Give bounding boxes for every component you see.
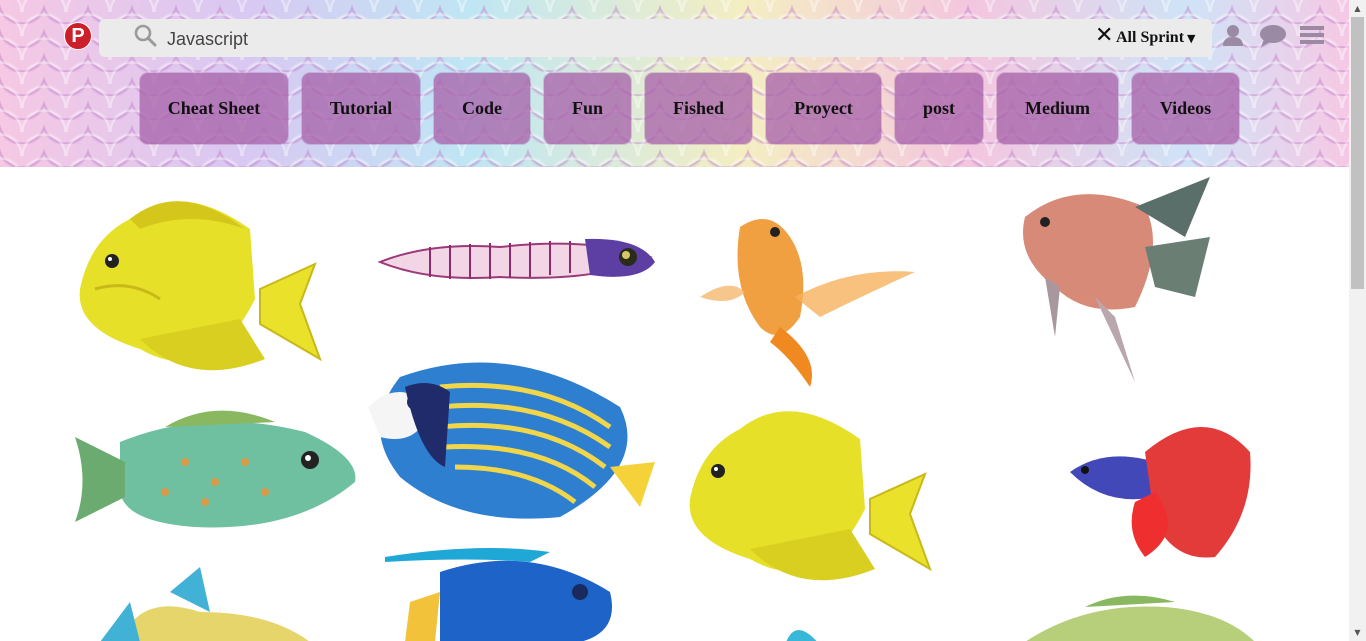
pin-queen-angelfish[interactable] — [380, 542, 630, 641]
pin-green-fish[interactable] — [1025, 592, 1255, 641]
pinterest-logo-icon[interactable]: P — [64, 22, 92, 50]
user-icon[interactable] — [1222, 24, 1244, 46]
chevron-down-icon: ▼ — [1187, 31, 1196, 45]
search-input[interactable] — [167, 26, 867, 52]
pin-angelfish[interactable] — [1015, 177, 1215, 387]
close-icon[interactable]: ✕ — [1095, 25, 1113, 47]
scroll-thumb[interactable] — [1351, 17, 1364, 289]
menu-icon[interactable] — [1300, 24, 1324, 46]
tab-videos[interactable]: Videos — [1132, 73, 1239, 144]
category-tabs: Cheat Sheet Tutorial Code Fun Fished Pro… — [0, 73, 1349, 144]
board-select-label: All Sprint — [1116, 29, 1185, 46]
board-select-dropdown[interactable]: All Sprint ▼ — [1116, 29, 1195, 47]
scroll-up-arrow-icon[interactable]: ▲ — [1349, 0, 1366, 17]
pin-yellow-tang-fish[interactable] — [70, 189, 330, 389]
tab-post[interactable]: post — [895, 73, 983, 144]
tab-fished[interactable]: Fished — [645, 73, 752, 144]
pin-grouper-fish[interactable] — [65, 402, 365, 552]
header-banner: P ✕ All Sprint ▼ Cheat Sheet Tutorial Co… — [0, 0, 1349, 167]
pin-blue-fish-2[interactable] — [780, 615, 840, 641]
vertical-scrollbar[interactable]: ▲ ▼ — [1349, 0, 1366, 641]
tab-tutorial[interactable]: Tutorial — [302, 73, 420, 144]
pin-goldfish[interactable] — [700, 207, 920, 387]
scroll-down-arrow-icon[interactable]: ▼ — [1349, 624, 1366, 641]
chat-icon[interactable] — [1259, 24, 1287, 48]
pin-gallery — [0, 167, 1349, 641]
search-bar: ✕ All Sprint ▼ — [99, 19, 1212, 57]
tab-fun[interactable]: Fun — [544, 73, 631, 144]
pin-emperor-angelfish[interactable] — [360, 347, 660, 527]
pin-yellow-tang-fish-2[interactable] — [680, 399, 940, 599]
pin-blue-fish[interactable] — [100, 562, 320, 641]
tab-code[interactable]: Code — [434, 73, 530, 144]
tab-proyect[interactable]: Proyect — [766, 73, 881, 144]
pin-betta-fish[interactable] — [1065, 412, 1255, 562]
pin-skeleton-fish[interactable] — [370, 207, 670, 307]
tab-cheat-sheet[interactable]: Cheat Sheet — [140, 73, 288, 144]
search-icon[interactable] — [133, 23, 157, 47]
tab-medium[interactable]: Medium — [997, 73, 1118, 144]
